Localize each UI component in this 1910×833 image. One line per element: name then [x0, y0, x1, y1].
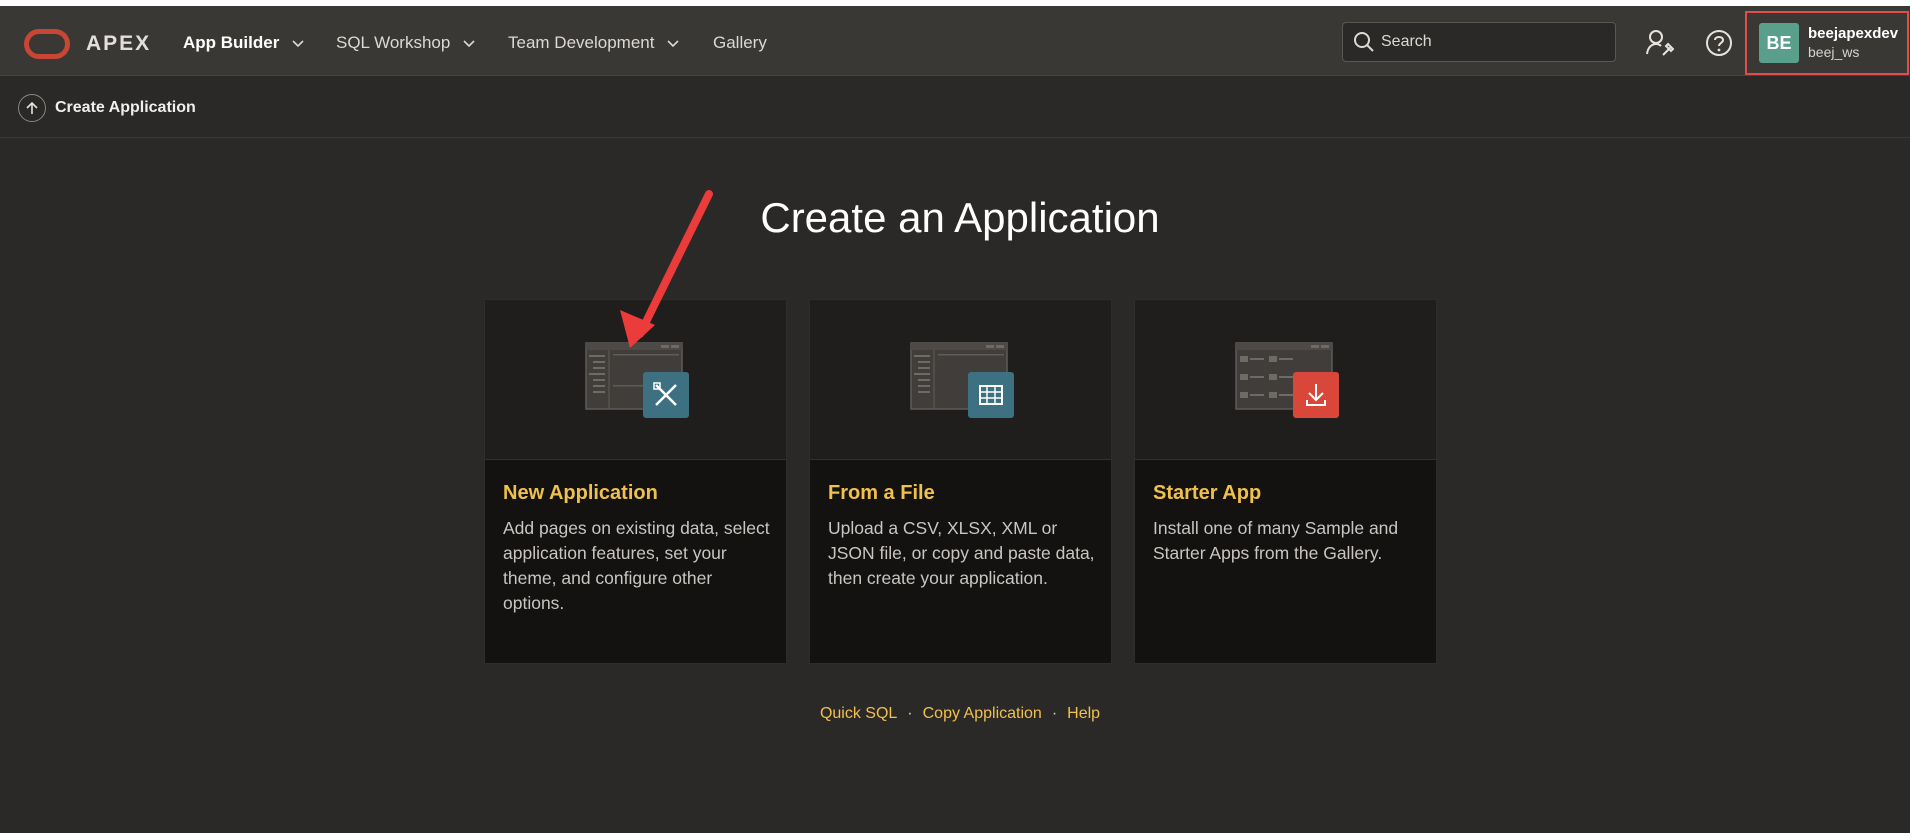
copy-application-link[interactable]: Copy Application — [923, 705, 1042, 722]
app-wireframe-icon — [910, 342, 1014, 418]
help-icon[interactable] — [1704, 28, 1734, 58]
nav-team-development[interactable]: Team Development — [508, 33, 680, 53]
nav-app-builder-label: App Builder — [183, 33, 280, 52]
card-title: New Application — [503, 482, 658, 504]
nav-sql-workshop[interactable]: SQL Workshop — [336, 33, 476, 53]
chevron-down-icon — [463, 40, 475, 48]
chevron-down-icon — [292, 40, 304, 48]
card-title: Starter App — [1153, 482, 1262, 504]
user-workspace: beej_ws — [1808, 44, 1860, 60]
separator-dot: · — [1051, 705, 1058, 722]
nav-app-builder[interactable]: App Builder — [183, 33, 305, 53]
avatar: BE — [1759, 23, 1799, 63]
page-title: Create an Application — [760, 194, 1160, 241]
arrow-up-icon — [26, 101, 38, 114]
user-menu[interactable]: BE beejapexdev beej_ws — [1745, 11, 1909, 75]
oracle-logo-icon[interactable] — [24, 29, 70, 59]
help-link[interactable]: Help — [1067, 705, 1100, 722]
card-from-a-file[interactable]: From a File Upload a CSV, XLSX, XML or J… — [809, 299, 1112, 664]
card-illustration-area — [810, 300, 1111, 460]
card-illustration-area — [485, 300, 786, 460]
nav-sql-workshop-label: SQL Workshop — [336, 33, 451, 52]
administration-icon[interactable] — [1645, 28, 1675, 58]
separator-dot: · — [907, 705, 913, 722]
chevron-down-icon — [667, 40, 680, 48]
breadcrumb: Create Application — [0, 77, 1910, 138]
up-level-button[interactable] — [18, 94, 46, 122]
search-field[interactable] — [1342, 22, 1616, 62]
app-wireframe-icon — [1235, 342, 1339, 418]
card-description: Add pages on existing data, select appli… — [503, 518, 770, 613]
apex-logo-text[interactable]: APEX — [86, 32, 151, 56]
card-starter-app[interactable]: Starter App Install one of many Sample a… — [1134, 299, 1437, 664]
top-navigation-bar: APEX App Builder SQL Workshop Team Devel… — [0, 6, 1910, 76]
card-description: Upload a CSV, XLSX, XML or JSON file, or… — [828, 518, 1095, 588]
app-wireframe-icon — [585, 342, 689, 418]
footer-links: Quick SQL · Copy Application · Help — [0, 705, 1910, 723]
search-icon — [1354, 32, 1374, 52]
breadcrumb-title: Create Application — [55, 99, 196, 116]
user-info: beejapexdev beej_ws — [1808, 25, 1898, 61]
card-title: From a File — [828, 482, 935, 504]
card-illustration-area — [1135, 300, 1436, 460]
nav-team-development-label: Team Development — [508, 33, 655, 52]
quick-sql-link[interactable]: Quick SQL — [820, 705, 897, 722]
search-input[interactable] — [1381, 33, 1601, 51]
card-new-application[interactable]: New Application Add pages on existing da… — [484, 299, 787, 664]
user-name: beejapexdev — [1808, 25, 1899, 42]
nav-gallery[interactable]: Gallery — [713, 33, 767, 53]
card-description: Install one of many Sample and Starter A… — [1153, 518, 1399, 563]
nav-gallery-label: Gallery — [713, 33, 767, 52]
